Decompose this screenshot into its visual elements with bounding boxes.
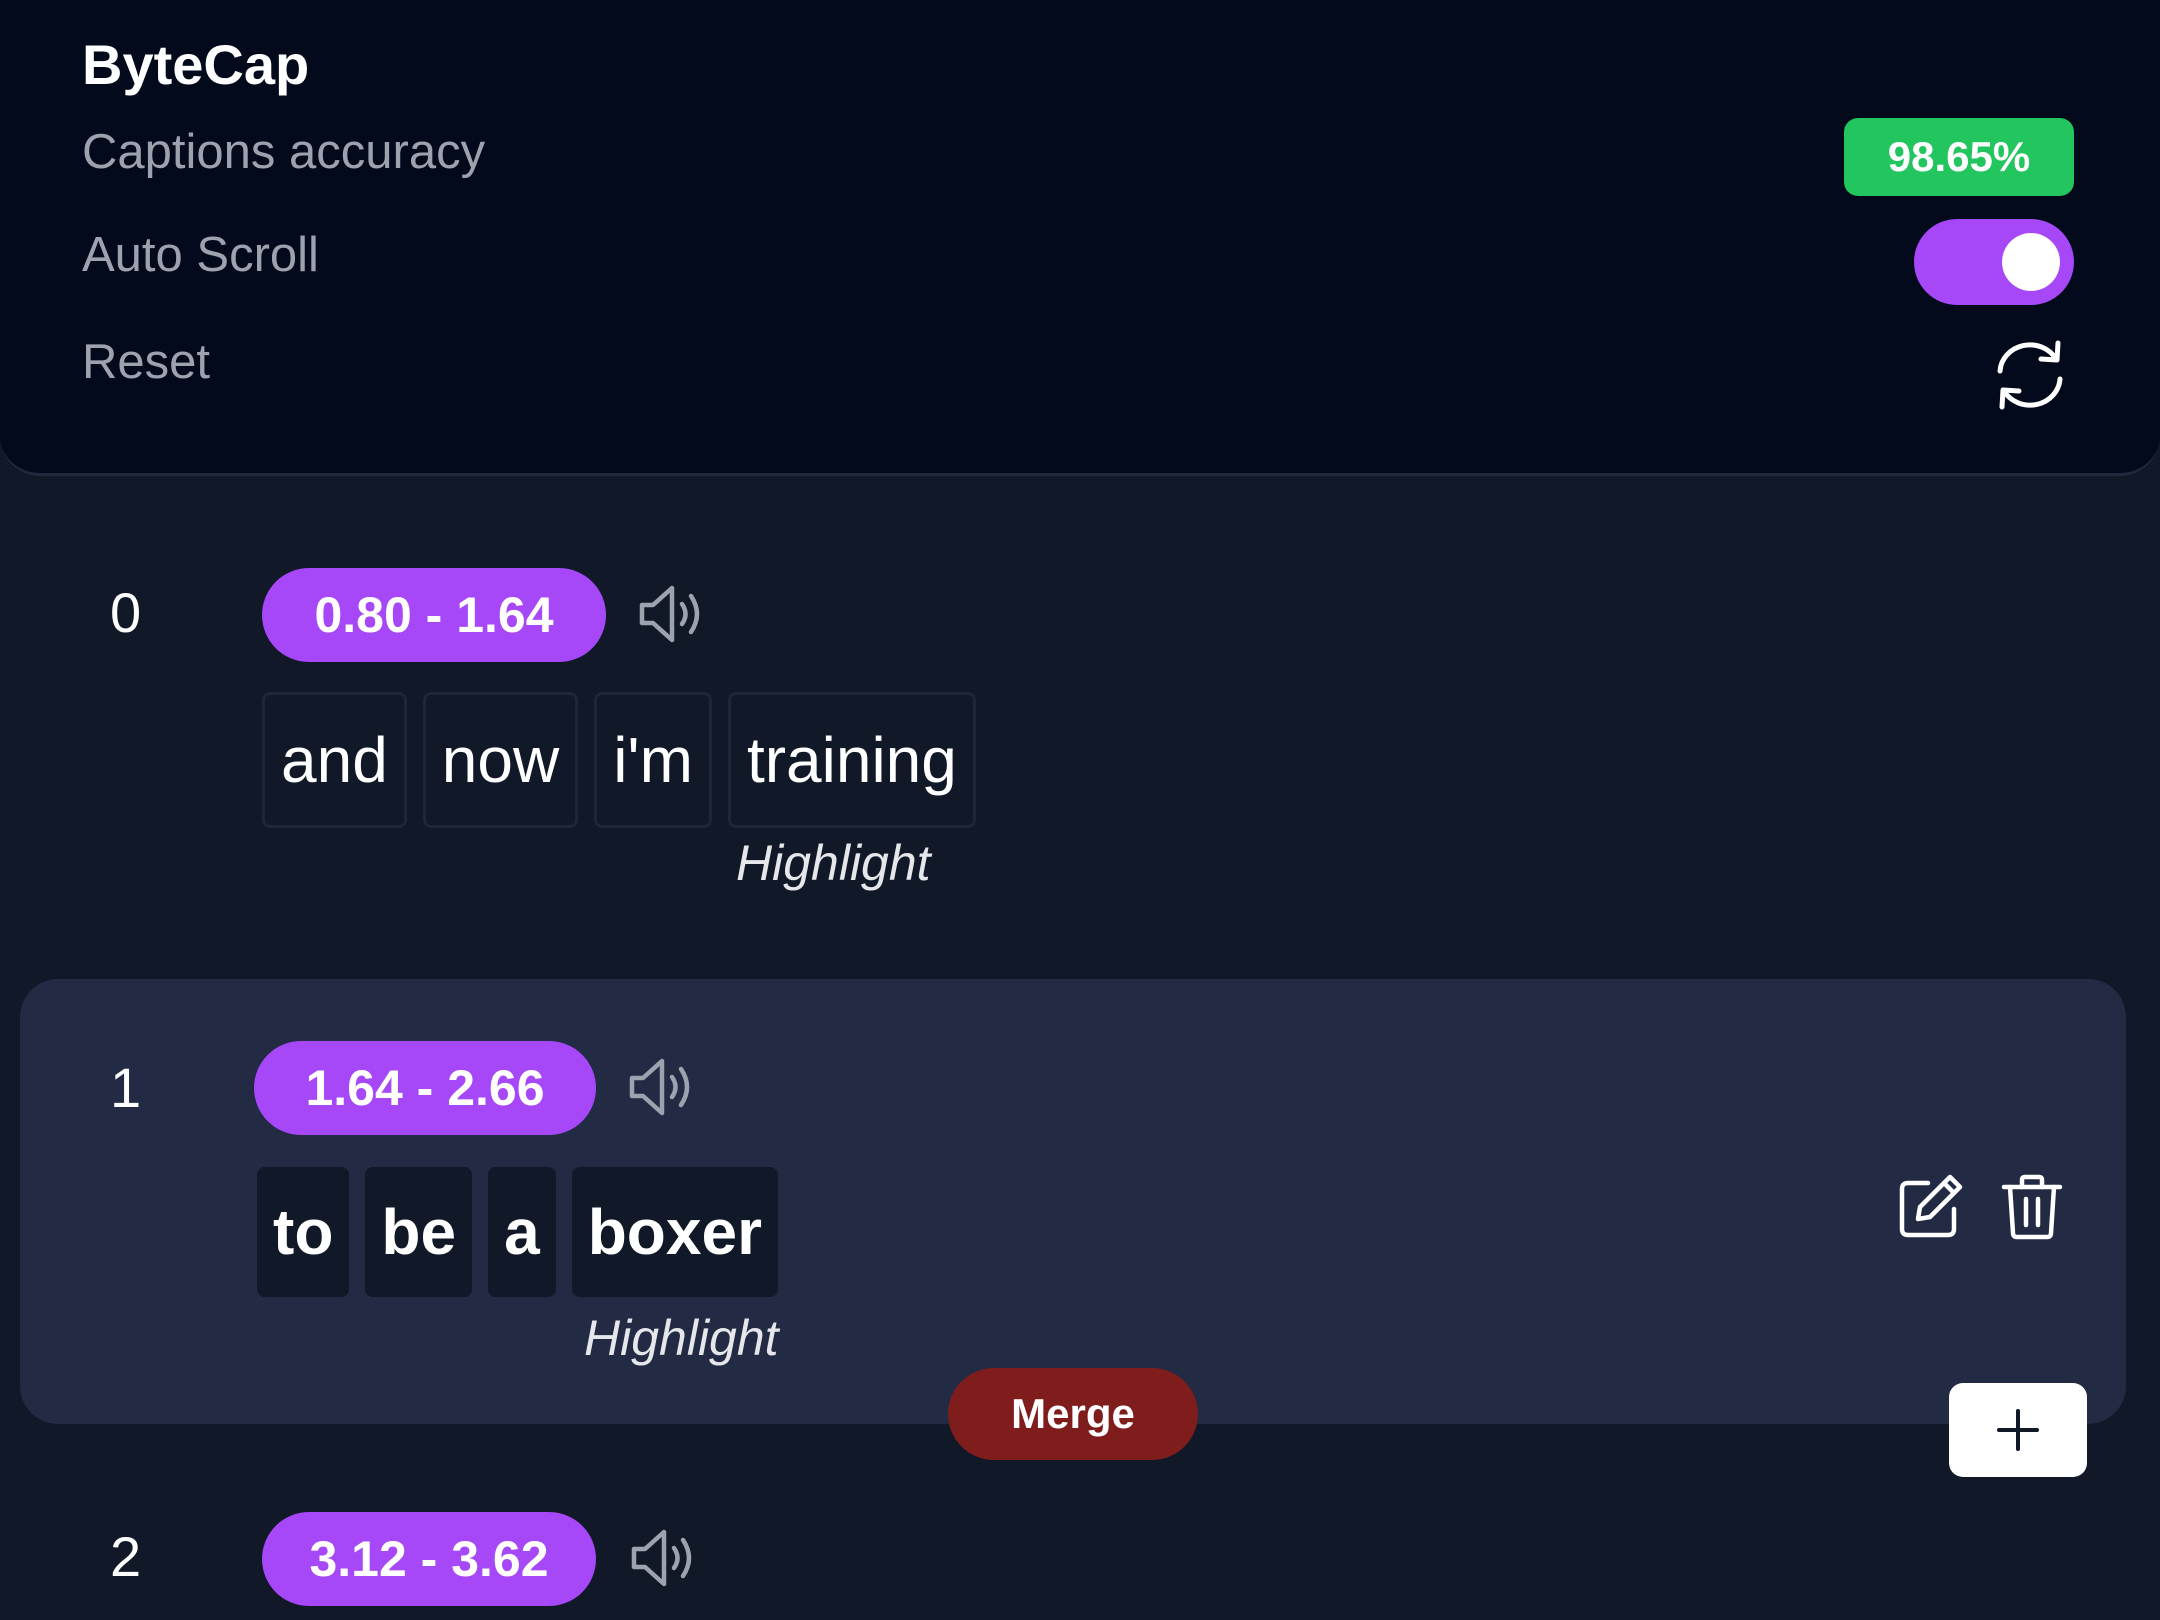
merge-button[interactable]: Merge bbox=[948, 1368, 1198, 1460]
caption-word[interactable]: and bbox=[262, 692, 407, 828]
reset-label: Reset bbox=[82, 335, 211, 389]
highlight-label[interactable]: Highlight bbox=[584, 1309, 779, 1367]
edit-button[interactable] bbox=[1894, 1171, 1966, 1243]
reset-button[interactable] bbox=[1990, 335, 2070, 415]
accuracy-badge: 98.65% bbox=[1844, 118, 2074, 196]
trash-icon bbox=[2001, 1174, 2063, 1240]
caption-words: and now i'm training bbox=[262, 692, 992, 828]
plus-icon bbox=[1997, 1409, 2039, 1451]
caption-row-1[interactable]: 1 1.64 - 2.66 to be a boxer Highlight bbox=[20, 979, 2126, 1424]
add-caption-button[interactable] bbox=[1949, 1383, 2087, 1477]
highlight-label[interactable]: Highlight bbox=[736, 834, 931, 892]
caption-index: 1 bbox=[110, 1056, 142, 1119]
caption-time-pill[interactable]: 3.12 - 3.62 bbox=[262, 1512, 596, 1606]
toggle-knob bbox=[2002, 233, 2060, 291]
caption-word[interactable]: a bbox=[488, 1167, 556, 1297]
delete-button[interactable] bbox=[1996, 1171, 2068, 1243]
caption-index: 0 bbox=[110, 581, 142, 644]
app-title: ByteCap bbox=[82, 33, 310, 96]
speaker-icon[interactable] bbox=[628, 1522, 700, 1594]
pencil-icon bbox=[1899, 1174, 1963, 1238]
settings-panel: ByteCap Captions accuracy 98.65% Auto Sc… bbox=[0, 0, 2160, 476]
refresh-icon bbox=[1997, 340, 2063, 410]
caption-word[interactable]: to bbox=[257, 1167, 350, 1297]
caption-word[interactable]: be bbox=[365, 1167, 473, 1297]
speaker-icon[interactable] bbox=[626, 1051, 698, 1123]
caption-word[interactable]: i'm bbox=[594, 692, 712, 828]
captions-accuracy-label: Captions accuracy bbox=[82, 125, 486, 179]
caption-word[interactable]: boxer bbox=[571, 1167, 778, 1297]
auto-scroll-toggle[interactable] bbox=[1914, 219, 2074, 305]
auto-scroll-label: Auto Scroll bbox=[82, 228, 319, 282]
caption-word[interactable]: training bbox=[727, 692, 976, 828]
caption-time-pill[interactable]: 1.64 - 2.66 bbox=[254, 1041, 596, 1135]
caption-words: to be a boxer bbox=[257, 1167, 794, 1297]
caption-index: 2 bbox=[110, 1525, 142, 1588]
caption-row-2[interactable]: 2 3.12 - 3.62 bbox=[0, 1480, 2160, 1620]
caption-row-0[interactable]: 0 0.80 - 1.64 and now i'm training Highl… bbox=[0, 520, 2160, 950]
speaker-icon[interactable] bbox=[636, 578, 708, 650]
caption-time-pill[interactable]: 0.80 - 1.64 bbox=[262, 568, 606, 662]
caption-word[interactable]: now bbox=[422, 692, 579, 828]
